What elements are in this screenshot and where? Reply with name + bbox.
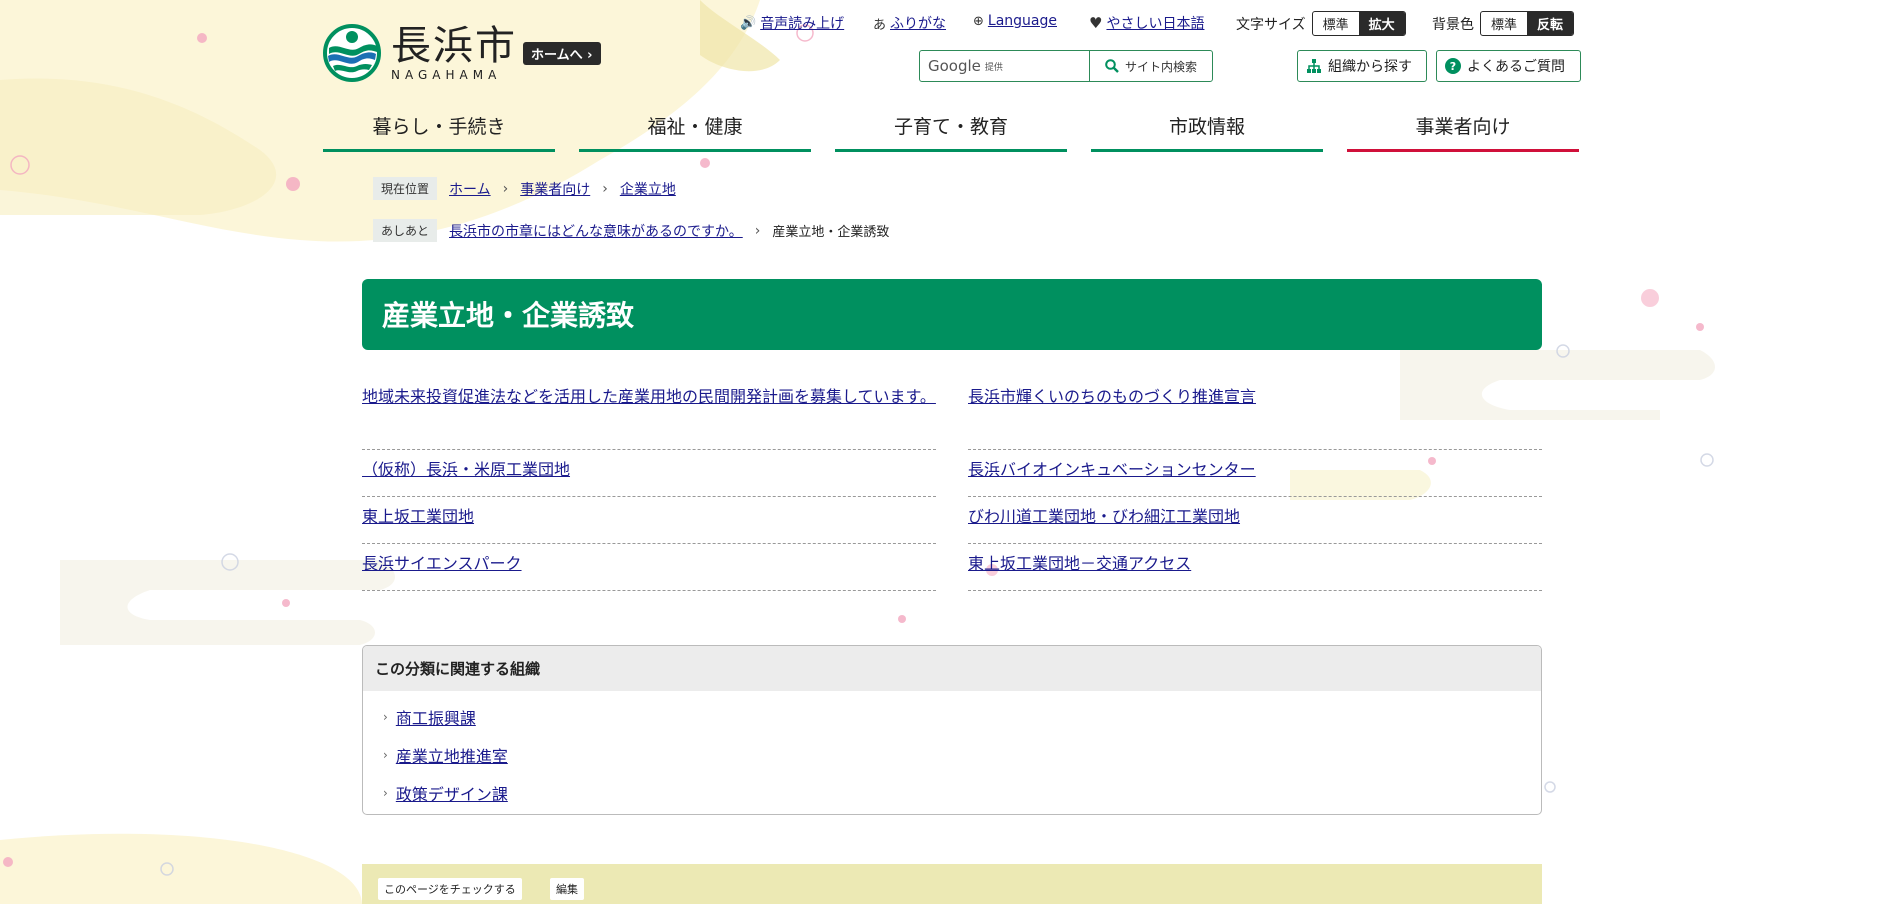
search-input[interactable]: Google 提供: [920, 51, 1089, 81]
link-monozukuri[interactable]: 長浜市輝くいのちのものづくり推進宣言: [968, 387, 1256, 406]
nav-item-welfare[interactable]: 福祉・健康: [579, 108, 811, 152]
font-size-label: 文字サイズ: [1236, 16, 1306, 33]
city-emblem-icon: [323, 24, 381, 82]
breadcrumb: 現在位置 ホーム › 事業者向け › 企業立地: [373, 177, 676, 200]
chevron-right-icon: ›: [602, 180, 608, 197]
history-label: あしあと: [373, 219, 438, 242]
link-science-park[interactable]: 長浜サイエンスパーク: [362, 554, 522, 573]
read-aloud-label[interactable]: 音声読み上げ: [760, 13, 844, 33]
furigana-icon: あ: [873, 17, 887, 33]
breadcrumb-business[interactable]: 事業者向け: [520, 179, 590, 199]
chevron-right-icon: ›: [502, 180, 509, 197]
home-button-label: ホームへ: [531, 48, 583, 63]
bg-color-label: 背景色: [1432, 16, 1474, 33]
related-orgs-box: この分類に関連する組織 › 商工振興課 › 産業立地推進室 › 政策デザイン課: [362, 645, 1542, 815]
speaker-icon: 🔊: [740, 15, 757, 31]
list-item: びわ川道工業団地・びわ細江工業団地: [968, 497, 1542, 544]
bg-color-control: 背景色 標準 反転: [1432, 11, 1575, 36]
list-item: 長浜バイオインキュベーションセンター: [968, 450, 1542, 497]
page: 長浜市 NAGAHAMA ホームへ › 🔊 音声読み上げ あ ふりがな ⊕ La…: [0, 0, 1897, 904]
list-item: 地域未来投資促進法などを活用した産業用地の民間開発計画を募集しています。: [362, 377, 936, 450]
breadcrumb-label: 現在位置: [373, 177, 438, 200]
search-icon: [1105, 59, 1119, 73]
list-item: （仮称）長浜・米原工業団地: [362, 450, 936, 497]
question-icon: ?: [1445, 58, 1461, 74]
link-biwa-industrial[interactable]: びわ川道工業団地・びわ細江工業団地: [968, 507, 1240, 526]
home-button[interactable]: ホームへ ›: [523, 42, 601, 65]
language-label[interactable]: Language: [988, 13, 1057, 29]
faq-label: よくあるご質問: [1467, 59, 1565, 75]
org-search-button[interactable]: 組織から探す: [1297, 50, 1427, 82]
search-button[interactable]: サイト内検索: [1089, 51, 1212, 81]
list-item: 長浜サイエンスパーク: [362, 544, 936, 591]
edit-button[interactable]: 編集: [550, 878, 584, 900]
list-item: 東上坂工業団地－交通アクセス: [968, 544, 1542, 591]
list-item: › 政策デザイン課: [383, 781, 1541, 805]
history-prev-link[interactable]: 長浜市の市章にはどんな意味があるのですか。: [449, 221, 743, 241]
search-provider-note: 提供: [984, 62, 1003, 73]
global-nav: 暮らし・手続き 福祉・健康 子育て・教育 市政情報 事業者向け: [323, 108, 1579, 152]
logo-japanese-name: 長浜市: [391, 23, 517, 69]
nav-item-city-info[interactable]: 市政情報: [1091, 108, 1323, 152]
history-current: 産業立地・企業誘致: [772, 225, 890, 240]
link-list: 地域未来投資促進法などを活用した産業用地の民間開発計画を募集しています。 長浜市…: [362, 377, 1542, 591]
font-size-large[interactable]: 拡大: [1358, 12, 1405, 35]
chevron-right-icon: ›: [383, 786, 388, 800]
chevron-right-icon: ›: [383, 748, 388, 762]
logo-english-name: NAGAHAMA: [391, 68, 502, 82]
list-item: 東上坂工業団地: [362, 497, 936, 544]
link-higashikouzaka[interactable]: 東上坂工業団地: [362, 507, 474, 526]
list-item: › 産業立地推進室: [383, 743, 1541, 767]
faq-button[interactable]: ? よくあるご質問: [1436, 50, 1581, 82]
link-access[interactable]: 東上坂工業団地－交通アクセス: [968, 554, 1191, 573]
list-item: 長浜市輝くいのちのものづくり推進宣言: [968, 377, 1542, 450]
page-title-text: 産業立地・企業誘致: [382, 299, 635, 333]
link-dev-plan[interactable]: 地域未来投資促進法などを活用した産業用地の民間開発計画を募集しています。: [362, 387, 936, 406]
org-chart-icon: [1307, 59, 1321, 73]
nav-item-living[interactable]: 暮らし・手続き: [323, 108, 555, 152]
bg-color-invert[interactable]: 反転: [1527, 12, 1574, 35]
history-trail: あしあと 長浜市の市章にはどんな意味があるのですか。 › 産業立地・企業誘致: [373, 219, 889, 242]
link-nagahama-maibara[interactable]: （仮称）長浜・米原工業団地: [362, 460, 570, 479]
easy-japanese-label[interactable]: やさしい日本語: [1106, 13, 1204, 33]
furigana-link[interactable]: あ ふりがな: [873, 13, 946, 33]
site-logo[interactable]: 長浜市 NAGAHAMA: [323, 24, 517, 82]
list-item: › 商工振興課: [383, 705, 1541, 729]
link-bio-incubation[interactable]: 長浜バイオインキュベーションセンター: [968, 460, 1256, 479]
check-page-button[interactable]: このページをチェックする: [378, 878, 522, 900]
page-check-band: このページをチェックする 編集: [362, 864, 1542, 904]
read-aloud-link[interactable]: 🔊 音声読み上げ: [740, 13, 844, 33]
site-search: Google 提供 サイト内検索: [919, 50, 1213, 82]
nav-item-business[interactable]: 事業者向け: [1347, 108, 1579, 152]
font-size-standard[interactable]: 標準: [1313, 12, 1359, 35]
chevron-right-icon: ›: [383, 710, 388, 724]
nav-item-education[interactable]: 子育て・教育: [835, 108, 1067, 152]
furigana-label[interactable]: ふりがな: [890, 13, 946, 33]
chevron-right-icon: ›: [754, 222, 761, 239]
org-link-commerce[interactable]: 商工振興課: [396, 705, 476, 729]
org-search-label: 組織から探す: [1328, 59, 1412, 75]
search-button-label: サイト内検索: [1124, 59, 1197, 74]
breadcrumb-location[interactable]: 企業立地: [620, 179, 676, 199]
breadcrumb-home[interactable]: ホーム: [449, 179, 491, 199]
page-title: 産業立地・企業誘致: [362, 278, 1542, 350]
related-orgs-heading: この分類に関連する組織: [363, 646, 1541, 691]
font-size-control: 文字サイズ 標準 拡大: [1236, 11, 1406, 36]
org-link-industrial-location[interactable]: 産業立地推進室: [396, 743, 508, 767]
language-link[interactable]: ⊕ Language: [973, 13, 1057, 29]
globe-icon: ⊕: [973, 13, 984, 29]
chevron-right-icon: ›: [587, 48, 593, 63]
bg-color-standard[interactable]: 標準: [1481, 12, 1527, 35]
search-provider: Google: [928, 57, 981, 75]
heart-icon: ♥: [1089, 14, 1103, 32]
easy-japanese-link[interactable]: ♥ やさしい日本語: [1089, 13, 1204, 33]
org-link-policy-design[interactable]: 政策デザイン課: [396, 781, 508, 805]
